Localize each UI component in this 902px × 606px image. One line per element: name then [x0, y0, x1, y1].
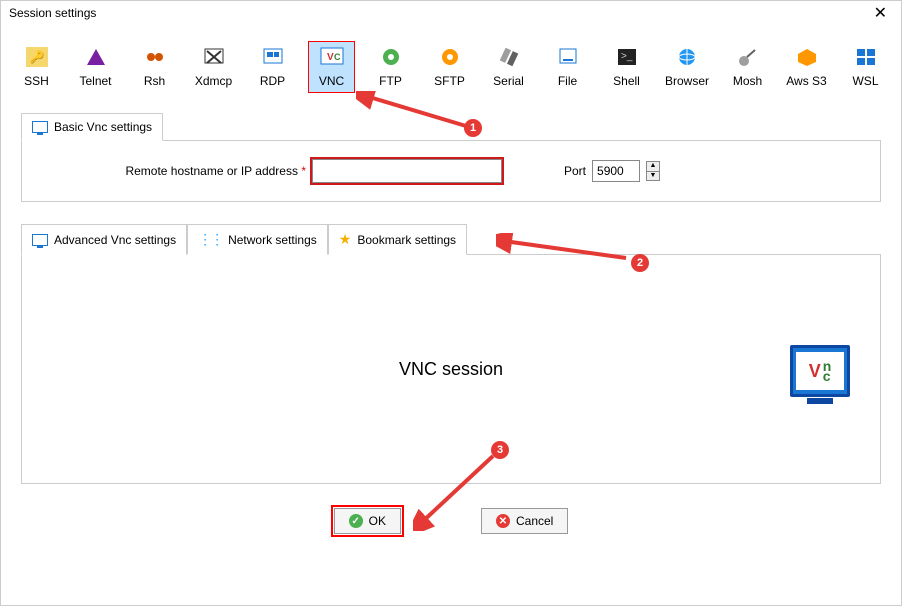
advanced-panel: Advanced Vnc settings ⋮⋮ Network setting…: [21, 224, 881, 484]
session-label: VNC: [319, 74, 344, 88]
aws-icon: [793, 46, 821, 68]
sftp-icon: [436, 46, 464, 68]
button-label: Cancel: [516, 514, 553, 528]
telnet-icon: [82, 46, 110, 68]
session-label: Telnet: [79, 74, 111, 88]
session-rsh[interactable]: Rsh: [131, 41, 178, 93]
network-icon: ⋮⋮: [198, 231, 222, 248]
window-title: Session settings: [9, 6, 96, 20]
svg-text:C: C: [334, 52, 341, 62]
tab-label: Advanced Vnc settings: [54, 233, 176, 247]
globe-icon: [673, 46, 701, 68]
port-input[interactable]: [592, 160, 640, 182]
session-label: RDP: [260, 74, 285, 88]
basic-settings-panel: Basic Vnc settings Remote hostname or IP…: [21, 113, 881, 202]
session-type-row: 🔑 SSH Telnet Rsh Xdmcp RDP VC VNC FTP SF…: [1, 25, 901, 99]
button-label: OK: [369, 514, 386, 528]
svg-text:V: V: [327, 52, 334, 63]
session-label: Browser: [665, 74, 709, 88]
serial-icon: [495, 46, 523, 68]
wsl-icon: [852, 46, 880, 68]
tab-bookmark-settings[interactable]: ★ Bookmark settings: [328, 224, 467, 255]
close-icon[interactable]: ✕: [868, 3, 893, 23]
session-type-title: VNC session: [399, 359, 503, 380]
dialog-buttons: ✓ OK ✕ Cancel: [1, 508, 901, 534]
session-label: Mosh: [733, 74, 762, 88]
session-label: Aws S3: [786, 74, 826, 88]
host-input[interactable]: [312, 159, 502, 183]
session-mosh[interactable]: Mosh: [724, 41, 771, 93]
check-icon: ✓: [349, 514, 363, 528]
session-wsl[interactable]: WSL: [842, 41, 889, 93]
host-label: Remote hostname or IP address *: [46, 164, 306, 178]
svg-text:🔑: 🔑: [29, 49, 44, 64]
vnc-logo-icon: Vnc: [790, 345, 850, 397]
mosh-icon: [734, 46, 762, 68]
session-label: Xdmcp: [195, 74, 232, 88]
vnc-mini-icon: [32, 234, 48, 246]
session-serial[interactable]: Serial: [485, 41, 532, 93]
session-xdmcp[interactable]: Xdmcp: [190, 41, 237, 93]
star-icon: ★: [339, 231, 352, 248]
tab-label: Bookmark settings: [357, 233, 456, 247]
session-rdp[interactable]: RDP: [249, 41, 296, 93]
rsh-icon: [141, 46, 169, 68]
rdp-icon: [259, 46, 287, 68]
tab-label: Basic Vnc settings: [54, 120, 152, 134]
vnc-mini-icon: [32, 121, 48, 133]
ok-button[interactable]: ✓ OK: [334, 508, 401, 534]
session-label: WSL: [852, 74, 878, 88]
key-icon: 🔑: [23, 46, 51, 68]
session-aws-s3[interactable]: Aws S3: [783, 41, 830, 93]
session-vnc[interactable]: VC VNC: [308, 41, 355, 93]
session-label: SFTP: [434, 74, 465, 88]
session-label: Rsh: [144, 74, 165, 88]
tab-basic-vnc[interactable]: Basic Vnc settings: [21, 113, 163, 141]
session-label: FTP: [379, 74, 402, 88]
session-sftp[interactable]: SFTP: [426, 41, 473, 93]
chevron-up-icon[interactable]: ▲: [647, 162, 659, 171]
ftp-icon: [377, 46, 405, 68]
file-icon: [554, 46, 582, 68]
chevron-down-icon[interactable]: ▼: [647, 171, 659, 180]
session-file[interactable]: File: [544, 41, 591, 93]
cancel-button[interactable]: ✕ Cancel: [481, 508, 568, 534]
port-label: Port: [564, 164, 586, 178]
session-browser[interactable]: Browser: [662, 41, 712, 93]
shell-icon: >_: [613, 46, 641, 68]
tab-label: Network settings: [228, 233, 317, 247]
session-shell[interactable]: >_ Shell: [603, 41, 650, 93]
vnc-icon: VC: [318, 46, 346, 68]
session-telnet[interactable]: Telnet: [72, 41, 119, 93]
session-ftp[interactable]: FTP: [367, 41, 414, 93]
port-spinner[interactable]: ▲ ▼: [646, 161, 660, 181]
tab-advanced-vnc[interactable]: Advanced Vnc settings: [21, 224, 187, 255]
svg-text:>_: >_: [621, 51, 633, 62]
session-label: Shell: [613, 74, 640, 88]
tab-network-settings[interactable]: ⋮⋮ Network settings: [187, 224, 328, 255]
session-label: File: [558, 74, 577, 88]
cancel-icon: ✕: [496, 514, 510, 528]
session-ssh[interactable]: 🔑 SSH: [13, 41, 60, 93]
session-label: Serial: [493, 74, 524, 88]
session-label: SSH: [24, 74, 49, 88]
xdmcp-icon: [200, 46, 228, 68]
